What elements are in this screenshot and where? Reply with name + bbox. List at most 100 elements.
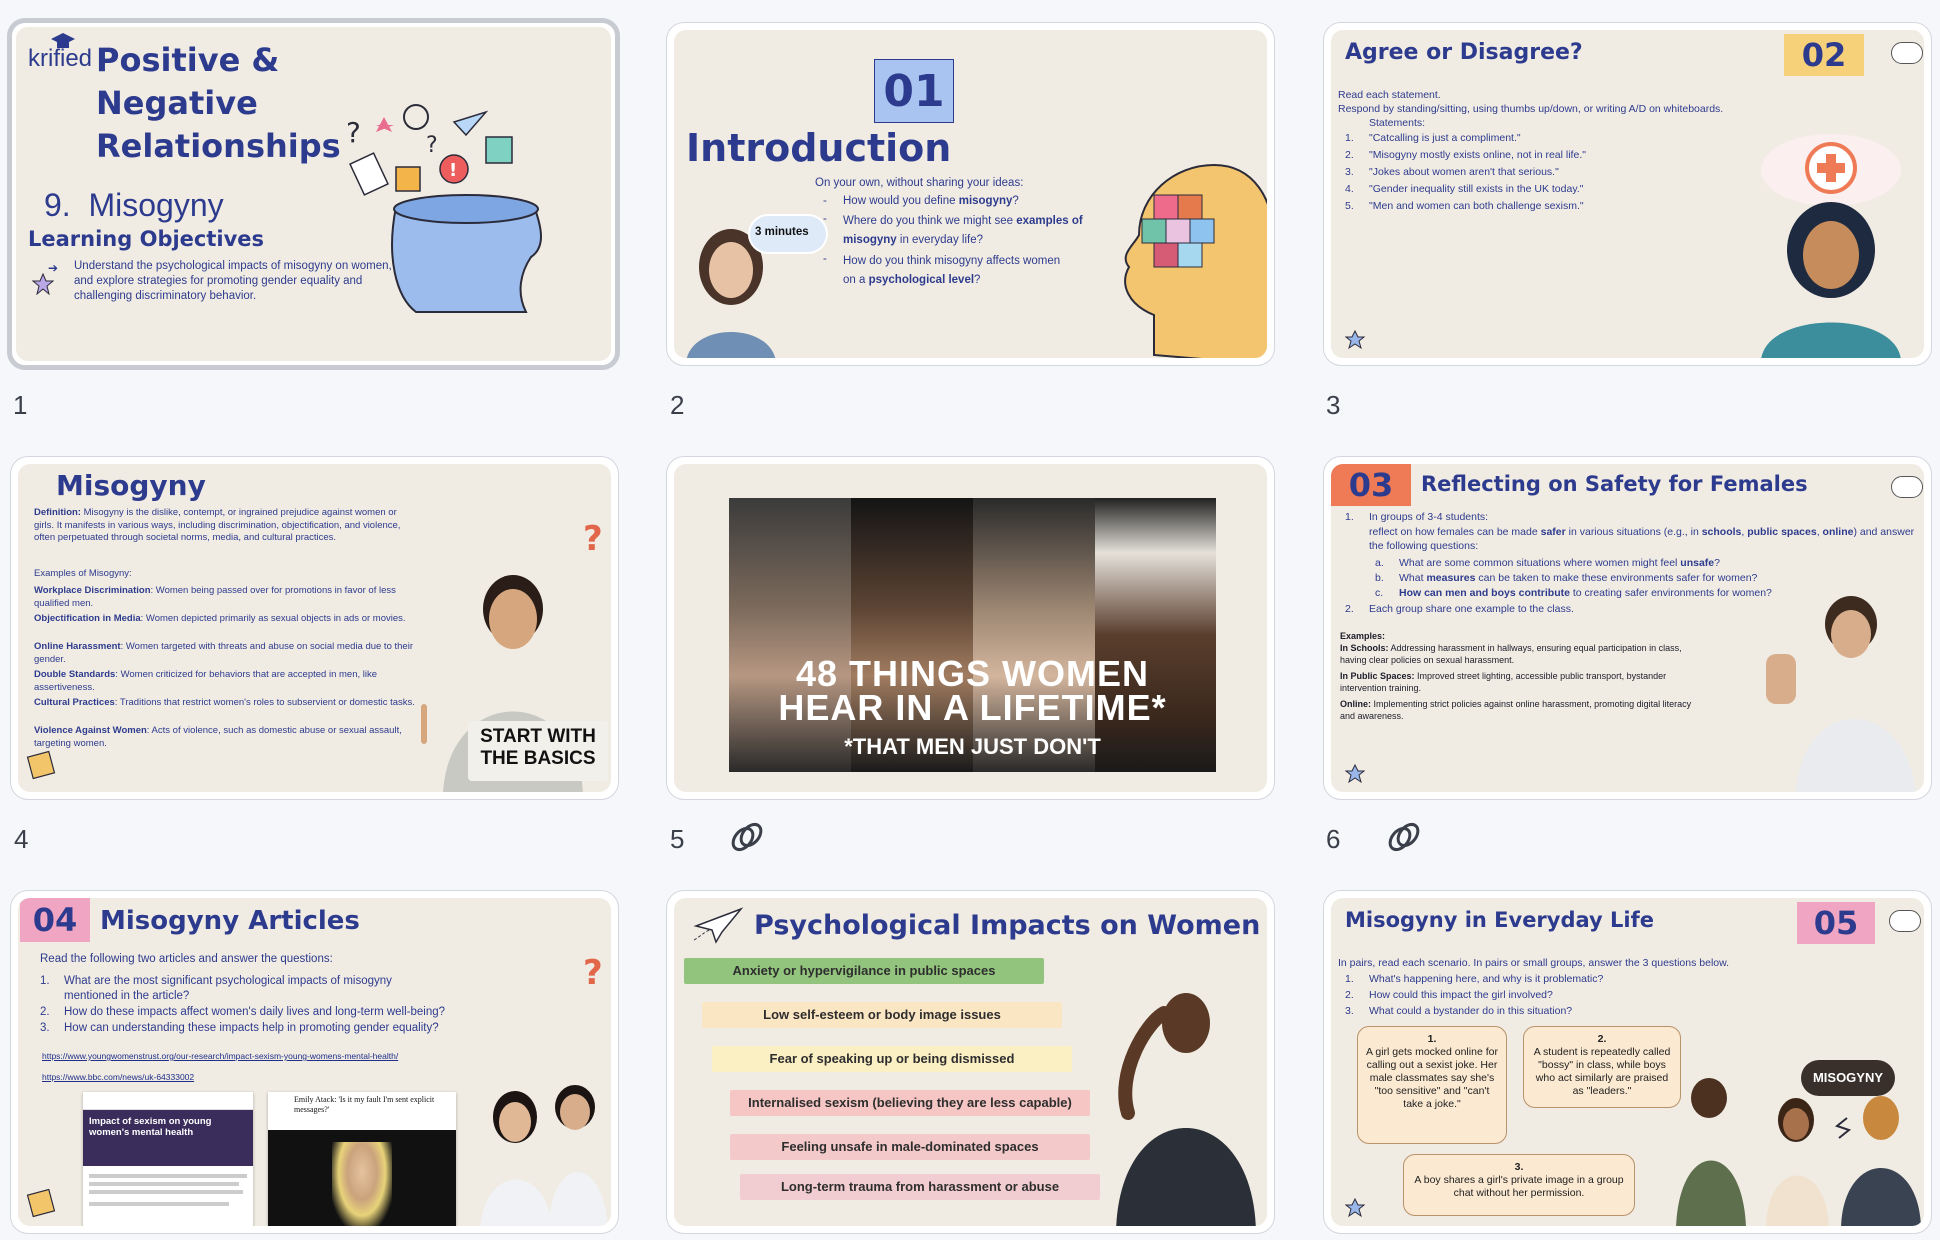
instruction-line-1: Read each statement. bbox=[1338, 89, 1441, 101]
students-illustration bbox=[480, 1085, 608, 1226]
slide-title: Misogyny in Everyday Life bbox=[1345, 908, 1654, 932]
scenario-card-3: 3. A boy shares a girl's private image i… bbox=[1403, 1154, 1635, 1216]
section-badge: 03 bbox=[1331, 464, 1411, 506]
section-badge: 01 bbox=[874, 59, 954, 123]
star-icon bbox=[1345, 764, 1365, 784]
slide-number: 4 bbox=[14, 824, 29, 854]
impact-pill: Feeling unsafe in male-dominated spaces bbox=[730, 1134, 1090, 1160]
face-image bbox=[851, 498, 973, 772]
slide-title: Reflecting on Safety for Females bbox=[1421, 472, 1808, 496]
example-item: Workplace Discrimination: Women being pa… bbox=[34, 585, 396, 609]
face-image bbox=[1095, 498, 1216, 772]
article-link-2[interactable]: https://www.bbc.com/news/uk-64333002 bbox=[42, 1072, 194, 1082]
slide-title: Agree or Disagree? bbox=[1345, 40, 1583, 65]
star-icon bbox=[32, 273, 54, 295]
svg-text:?: ? bbox=[346, 116, 361, 149]
paper-plane-icon bbox=[693, 907, 744, 944]
thought-cloud-icon bbox=[1891, 42, 1923, 64]
intro-text: In pairs, read each scenario. In pairs o… bbox=[1338, 957, 1730, 969]
sign-text: START WITH THE BASICS bbox=[480, 726, 596, 769]
slide-canvas: Agree or Disagree? 02 Read each statemen… bbox=[1331, 30, 1924, 358]
slide-number: 6 bbox=[1326, 824, 1341, 854]
video-thumbnail[interactable]: 48 THINGS WOMEN HEAR IN A LIFETIME* *THA… bbox=[729, 498, 1216, 772]
instruction-line-2: Respond by standing/sitting, using thumb… bbox=[1338, 103, 1724, 115]
question-mark-icon: ? bbox=[583, 519, 603, 559]
slide-thumbnail-3[interactable]: Agree or Disagree? 02 Read each statemen… bbox=[1323, 22, 1932, 366]
scenario-card-1: 1. A girl gets mocked online for calling… bbox=[1357, 1026, 1507, 1144]
example-item: Online Harassment: Women targeted with t… bbox=[34, 641, 413, 665]
task-item-1-body: reflect on how females can be made safer… bbox=[1369, 526, 1915, 552]
slide-canvas: Misogyny Definition: Misogyny is the dis… bbox=[18, 464, 611, 792]
section-badge: 02 bbox=[1784, 34, 1864, 76]
example-public-spaces: In Public Spaces: Improved street lighti… bbox=[1340, 671, 1667, 693]
slide-canvas: Misogyny in Everyday Life 05 In pairs, r… bbox=[1331, 898, 1924, 1226]
impact-pill: Long-term trauma from harassment or abus… bbox=[740, 1174, 1100, 1200]
star-icon bbox=[1345, 330, 1365, 350]
impact-pill: Internalised sexism (believing they are … bbox=[730, 1090, 1090, 1116]
section-badge: 05 bbox=[1797, 902, 1875, 944]
graduation-cap-icon bbox=[51, 33, 75, 48]
thinking-woman-illustration bbox=[1761, 134, 1901, 358]
article-1-title: Impact of sexism on young women's mental… bbox=[89, 1116, 212, 1138]
svg-text:!: ! bbox=[449, 160, 457, 181]
article-preview-1[interactable]: Impact of sexism on young women's mental… bbox=[83, 1092, 253, 1226]
slide-canvas: 01 Introduction 3 minutes On your own, w… bbox=[674, 30, 1267, 358]
scenario-card-2: 2. A student is repeatedly called "bossy… bbox=[1523, 1026, 1681, 1108]
slide-thumbnail-1[interactable]: krified Positive & Negative Relationship… bbox=[7, 18, 620, 370]
slide-title: Misogyny Articles bbox=[100, 906, 360, 936]
slide-canvas: krified Positive & Negative Relationship… bbox=[16, 27, 611, 361]
thinking-man-illustration bbox=[1116, 993, 1256, 1226]
puzzle-head-illustration bbox=[1124, 163, 1267, 358]
slide-canvas: 03 Reflecting on Safety for Females 1. In… bbox=[1331, 464, 1924, 792]
slide-title: Psychological Impacts on Women bbox=[754, 910, 1261, 941]
intro-text: Read the following two articles and answ… bbox=[40, 953, 333, 965]
video-title-line-2: HEAR IN A LIFETIME* bbox=[778, 687, 1167, 728]
bullying-scene-illustration bbox=[1676, 1078, 1921, 1226]
thought-cloud-icon bbox=[1891, 476, 1923, 498]
article-2-title: Emily Atack: 'Is it my fault I'm sent ex… bbox=[294, 1095, 435, 1114]
slide-number: 3 bbox=[1326, 390, 1341, 420]
star-icon bbox=[1345, 1198, 1365, 1218]
slide-title: Introduction bbox=[686, 126, 952, 170]
example-item: Objectification in Media: Women depicted… bbox=[34, 613, 406, 624]
slide-thumbnail-8[interactable]: Psychological Impacts on Women Anxiety o… bbox=[666, 890, 1275, 1234]
section-badge: 04 bbox=[20, 898, 90, 942]
example-schools: In Schools: Addressing harassment in hal… bbox=[1340, 643, 1682, 665]
examples-label: Examples: bbox=[1340, 631, 1386, 641]
article-link-1[interactable]: https://www.youngwomenstrust.org/our-res… bbox=[42, 1051, 398, 1061]
slide-canvas: 48 THINGS WOMEN HEAR IN A LIFETIME* *THA… bbox=[674, 464, 1267, 792]
question-mark-icon: ? bbox=[583, 953, 603, 993]
slide-title: Misogyny bbox=[56, 469, 206, 502]
slide-thumbnail-6[interactable]: 03 Reflecting on Safety for Females 1. In… bbox=[1323, 456, 1932, 800]
puzzle-piece-icon bbox=[26, 750, 56, 780]
slide-thumbnail-4[interactable]: Misogyny Definition: Misogyny is the dis… bbox=[10, 456, 619, 800]
slide-canvas: 04 Misogyny Articles Read the following … bbox=[18, 898, 611, 1226]
example-item: Double Standards: Women criticized for b… bbox=[34, 669, 378, 693]
svg-text:?: ? bbox=[426, 133, 438, 158]
example-item: Violence Against Women: Acts of violence… bbox=[34, 725, 402, 749]
timer-label: 3 minutes bbox=[755, 226, 809, 238]
slide-number: 2 bbox=[670, 390, 685, 420]
example-online: Online: Implementing strict policies aga… bbox=[1340, 699, 1692, 721]
article-preview-2[interactable]: Emily Atack: 'Is it my fault I'm sent ex… bbox=[268, 1092, 456, 1226]
objectives-heading: Learning Objectives bbox=[28, 227, 265, 251]
krified-logo: krified bbox=[28, 33, 92, 73]
link-icon[interactable] bbox=[1386, 819, 1422, 855]
slide-thumbnail-7[interactable]: 04 Misogyny Articles Read the following … bbox=[10, 890, 619, 1234]
boy-stop-gesture-illustration bbox=[1766, 596, 1916, 792]
thought-cloud-icon bbox=[1889, 910, 1921, 932]
slide-canvas: Psychological Impacts on Women Anxiety o… bbox=[674, 898, 1267, 1226]
video-title-line-3: *THAT MEN JUST DON'T bbox=[844, 734, 1101, 759]
statements-label: Statements: bbox=[1369, 117, 1426, 129]
slide-number: 5 bbox=[670, 824, 685, 854]
slide-thumbnail-5[interactable]: 48 THINGS WOMEN HEAR IN A LIFETIME* *THA… bbox=[666, 456, 1275, 800]
slide-number: 1 bbox=[13, 390, 28, 420]
face-image bbox=[973, 498, 1095, 772]
example-item: Cultural Practices: Traditions that rest… bbox=[34, 697, 415, 708]
slide-thumbnail-2[interactable]: 01 Introduction 3 minutes On your own, w… bbox=[666, 22, 1275, 366]
link-icon[interactable] bbox=[729, 819, 765, 855]
objective-text: Understand the psychological impacts of … bbox=[74, 260, 392, 302]
intro-text: On your own, without sharing your ideas: bbox=[815, 177, 1024, 189]
impact-pill: Anxiety or hypervigilance in public spac… bbox=[684, 958, 1044, 984]
slide-thumbnail-9[interactable]: Misogyny in Everyday Life 05 In pairs, r… bbox=[1323, 890, 1932, 1234]
